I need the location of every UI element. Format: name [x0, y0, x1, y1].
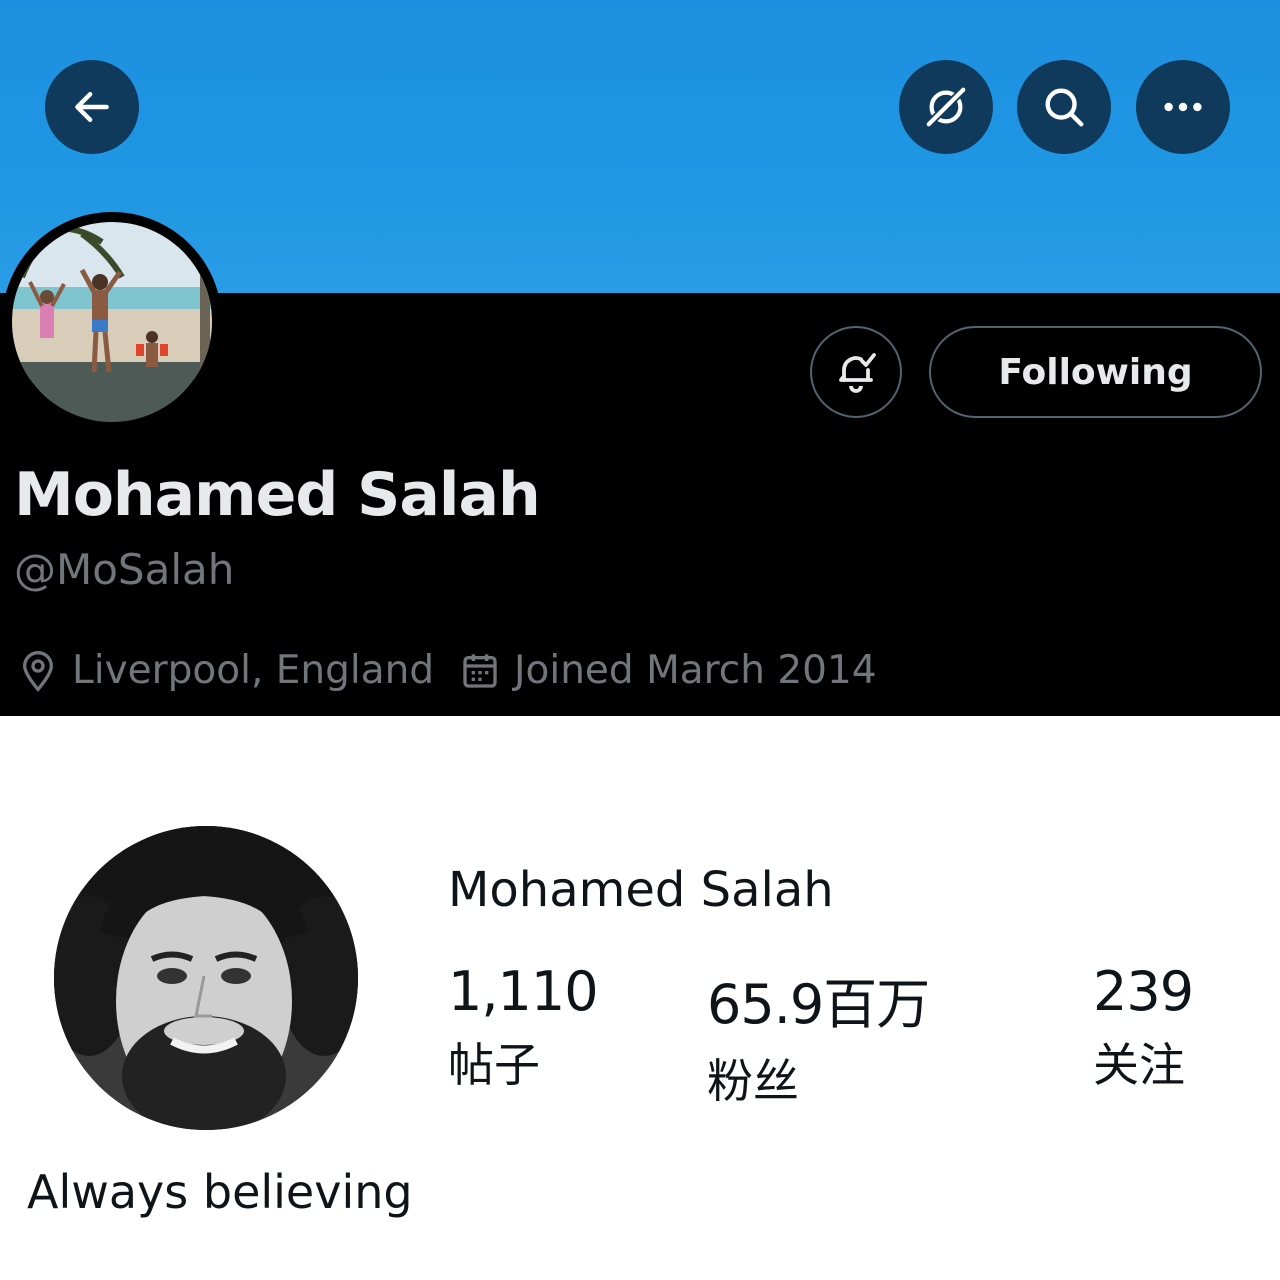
search-icon	[1045, 88, 1084, 127]
stat-followers-label: 粉丝	[707, 1054, 799, 1108]
bio-text: Always believing	[27, 1165, 413, 1219]
joined-text: Joined March 2014	[514, 648, 877, 693]
calendar-icon	[463, 653, 497, 688]
location-meta: Liverpool, England	[18, 648, 434, 693]
stat-following[interactable]: 239 关注	[1093, 960, 1194, 1095]
notifications-button[interactable]	[810, 326, 902, 418]
grok-button[interactable]	[899, 60, 993, 154]
following-button[interactable]: Following	[929, 326, 1262, 418]
stat-posts[interactable]: 1,110 帖子	[448, 960, 599, 1095]
stat-followers[interactable]: 65.9百万 粉丝	[707, 960, 930, 1111]
avatar-photo	[12, 222, 212, 422]
grok-icon	[926, 87, 966, 127]
stat-following-label: 关注	[1093, 1038, 1185, 1092]
bell-check-icon	[839, 353, 876, 393]
back-button[interactable]	[45, 60, 139, 154]
profile-avatar[interactable]	[2, 212, 222, 432]
stat-posts-value: 1,110	[448, 960, 599, 1023]
card-avatar	[54, 826, 358, 1130]
joined-meta: Joined March 2014	[460, 648, 877, 693]
more-button[interactable]	[1136, 60, 1230, 154]
stat-posts-label: 帖子	[448, 1038, 540, 1092]
stat-following-value: 239	[1093, 960, 1194, 1023]
stat-followers-value: 65.9百万	[707, 973, 930, 1036]
display-name: Mohamed Salah	[14, 460, 541, 530]
user-handle: @MoSalah	[14, 545, 235, 594]
search-button[interactable]	[1017, 60, 1111, 154]
more-icon	[1164, 102, 1202, 112]
card-display-name: Mohamed Salah	[448, 862, 834, 918]
location-pin-icon	[22, 650, 54, 692]
arrow-left-icon	[75, 91, 109, 123]
location-text: Liverpool, England	[72, 648, 435, 693]
